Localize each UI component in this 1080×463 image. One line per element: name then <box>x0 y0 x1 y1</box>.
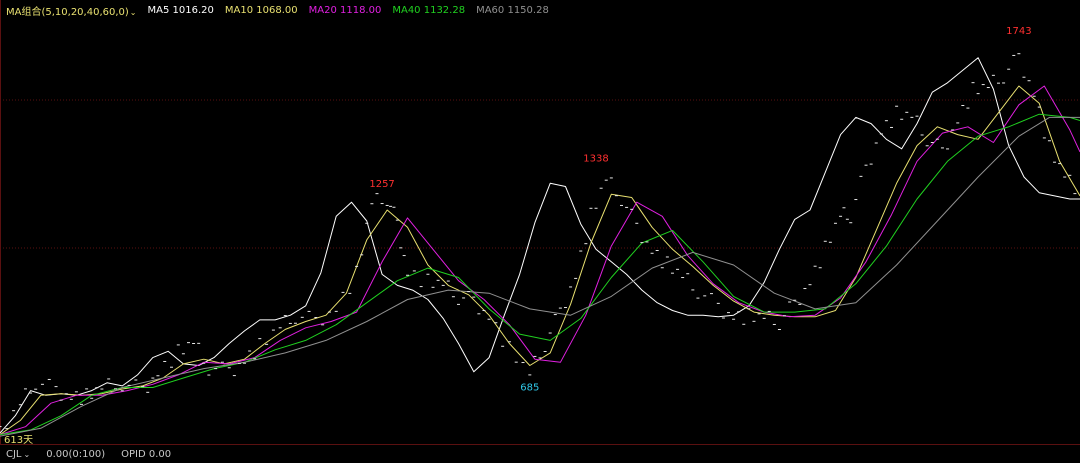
annotation-1257: 1257 <box>369 179 394 190</box>
ma-group-label[interactable]: MA组合(5,10,20,40,60,0)⌄ <box>6 3 137 18</box>
opid-value: OPID 0.00 <box>121 448 172 460</box>
series-ma20 <box>0 85 1080 436</box>
cjl-value: 0.00(0:100) <box>46 448 106 460</box>
annotation-685: 685 <box>520 382 539 393</box>
chevron-down-icon[interactable]: ⌄ <box>130 8 137 17</box>
grid-lines <box>0 0 1080 444</box>
ma-chart[interactable]: 1257 1338 685 1743 <box>0 0 1080 463</box>
ma-series-lines <box>0 57 1080 437</box>
extreme-annotations: 1257 1338 685 1743 <box>369 26 1031 393</box>
legend-ma60: MA60 1150.28 <box>476 4 549 16</box>
legend-ma5: MA5 1016.20 <box>147 4 214 16</box>
cjl-label: CJL <box>6 448 22 460</box>
ma-group-text: MA组合(5,10,20,40,60,0) <box>6 6 129 18</box>
cjl-selector[interactable]: CJL ⌄ <box>6 449 30 460</box>
annotation-1338: 1338 <box>583 153 608 164</box>
legend-ma40: MA40 1132.28 <box>392 4 466 16</box>
annotation-1743: 1743 <box>1006 26 1031 37</box>
series-ma10 <box>0 85 1080 436</box>
series-ma40 <box>0 113 1080 436</box>
indicator-bar: CJL ⌄ 0.00(0:100) OPID 0.00 <box>0 444 1080 463</box>
legend-ma20: MA20 1118.00 <box>308 4 382 16</box>
series-ma5 <box>0 57 1080 434</box>
series-ma60 <box>0 116 1080 437</box>
legend-ma10: MA10 1068.00 <box>224 4 298 16</box>
chevron-down-icon: ⌄ <box>23 449 31 459</box>
ma-legend: MA组合(5,10,20,40,60,0)⌄ MA5 1016.20 MA10 … <box>6 3 549 18</box>
price-tick-marks <box>0 53 1077 430</box>
